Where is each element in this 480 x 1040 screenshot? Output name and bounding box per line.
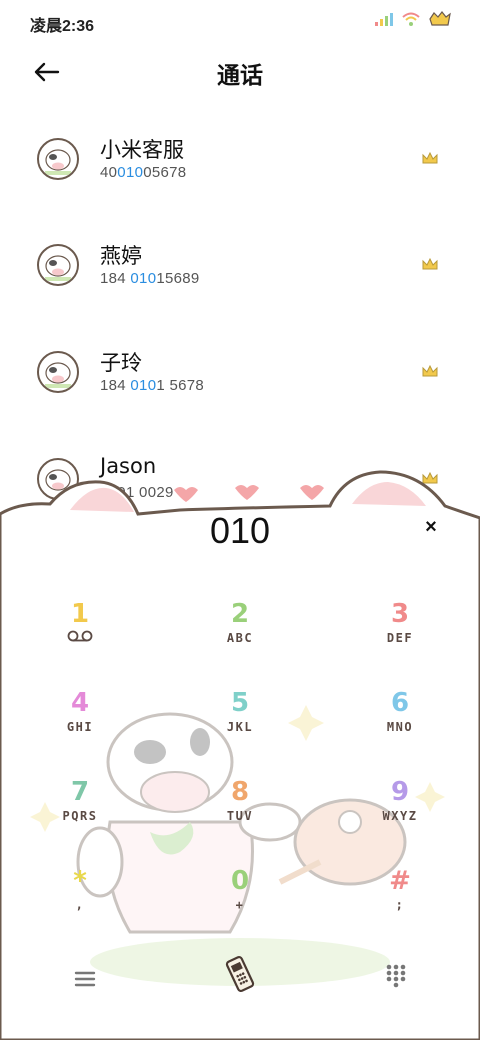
status-time: 凌晨2:36	[30, 18, 95, 35]
battery-icon	[429, 11, 451, 26]
key-digit: 9	[390, 777, 410, 807]
key-letters: ABC	[226, 631, 254, 645]
key-letters: PQRS	[62, 809, 98, 823]
key-digit: 5	[230, 688, 250, 718]
key-letters: TUV	[226, 809, 254, 823]
page-title: 通话	[217, 63, 263, 89]
key-letters: JKL	[226, 720, 254, 734]
dialed-number-display: 010	[209, 510, 271, 551]
key-0[interactable]: 0 +	[190, 865, 290, 935]
key-7[interactable]: 7 PQRS	[30, 776, 130, 846]
header: 通话	[0, 44, 480, 100]
key-9[interactable]: 9 WXYZ	[350, 776, 450, 846]
key-8[interactable]: 8 TUV	[190, 776, 290, 846]
key-letters: GHI	[66, 720, 94, 734]
crown-icon	[422, 152, 438, 164]
menu-icon	[74, 971, 96, 987]
key-letters: MNO	[386, 720, 414, 734]
dialpad-icon	[386, 964, 406, 988]
key-letters: ;	[395, 898, 405, 912]
crown-icon	[422, 258, 438, 270]
signal-icon	[375, 13, 393, 26]
key-digit: 7	[70, 777, 90, 807]
crown-icon	[422, 365, 438, 377]
avatar	[37, 351, 79, 393]
menu-button[interactable]	[70, 964, 100, 994]
number-match-highlight: 010	[130, 377, 157, 394]
contact-item[interactable]: 燕婷 184 01015689	[0, 206, 480, 312]
contact-number: 4001005678	[100, 164, 187, 181]
key-digit: 3	[390, 599, 410, 629]
key-letters: DEF	[386, 631, 414, 645]
dialpad-panel: 010 × 1 2 ABC 3 DEF 4 GHI 5 JKL 6 MNO 7 …	[0, 462, 480, 1040]
status-bar: 凌晨2:36	[0, 0, 480, 44]
wifi-icon	[402, 12, 420, 26]
key-digit: *	[73, 866, 87, 896]
key-2[interactable]: 2 ABC	[190, 598, 290, 668]
contact-number: 184 0101 5678	[100, 377, 205, 394]
contact-number: 184 01015689	[100, 270, 200, 287]
key-5[interactable]: 5 JKL	[190, 687, 290, 757]
contact-name: 子玲	[100, 351, 142, 375]
avatar	[37, 244, 79, 286]
contact-item[interactable]: 子玲 184 0101 5678	[0, 313, 480, 419]
key-digit: 2	[230, 599, 250, 629]
key-letters: +	[235, 898, 245, 912]
key-4[interactable]: 4 GHI	[30, 687, 130, 757]
key-letters: ,	[75, 898, 85, 912]
cow-avatar-icon	[45, 362, 71, 388]
number-match-highlight: 010	[130, 270, 157, 287]
cow-avatar-icon	[45, 255, 71, 281]
contact-item[interactable]: 小米客服 4001005678	[0, 100, 480, 206]
key-digit: 4	[70, 688, 90, 718]
key-digit: 6	[390, 688, 410, 718]
key-3[interactable]: 3 DEF	[350, 598, 450, 668]
phone-handset-icon	[225, 956, 255, 992]
cow-avatar-icon	[45, 149, 71, 175]
clear-button[interactable]: ×	[418, 514, 444, 540]
key-hash[interactable]: # ;	[350, 865, 450, 935]
voicemail-icon	[30, 630, 130, 646]
key-1[interactable]: 1	[30, 598, 130, 668]
dialpad-toggle-button[interactable]	[382, 962, 410, 990]
status-icons	[374, 11, 452, 27]
key-letters: WXYZ	[382, 809, 418, 823]
contact-name: 燕婷	[100, 244, 142, 268]
key-digit: 8	[230, 777, 250, 807]
contact-name: 小米客服	[100, 138, 184, 162]
key-digit: #	[389, 866, 411, 896]
key-digit: 1	[70, 599, 90, 629]
call-button[interactable]	[218, 954, 260, 996]
dialer-bottom-bar	[0, 942, 480, 1012]
avatar	[37, 138, 79, 180]
key-star[interactable]: * ,	[30, 865, 130, 935]
key-6[interactable]: 6 MNO	[350, 687, 450, 757]
key-digit: 0	[230, 866, 250, 896]
number-match-highlight: 010	[117, 164, 144, 181]
